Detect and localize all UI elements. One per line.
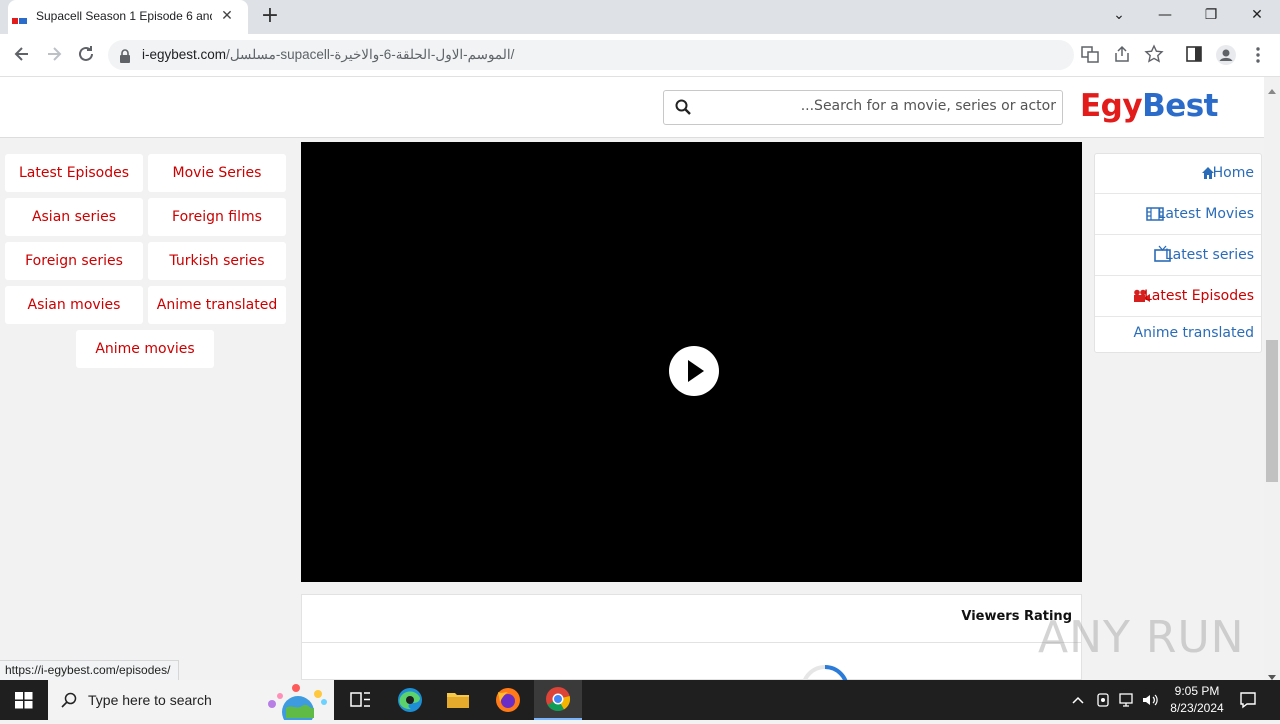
viewers-rating-panel <box>301 594 1082 680</box>
logo-best: Best <box>1142 88 1219 124</box>
taskbar-search-icon <box>61 692 77 708</box>
anyrun-watermark: ANY RUN <box>1038 612 1245 663</box>
scrollbar-thumb[interactable] <box>1266 340 1278 482</box>
category-asian-movies[interactable]: Asian movies <box>5 286 143 324</box>
category-anime-translated[interactable]: Anime translated <box>148 286 286 324</box>
nav-separator <box>1095 316 1261 317</box>
url-path: /مسلسل-supacell-الموسم-الاول-الحلقة-6-وا… <box>226 47 515 62</box>
category-movie-series[interactable]: Movie Series <box>148 154 286 192</box>
tray-chevron-icon[interactable] <box>1070 690 1086 710</box>
site-logo[interactable]: EgyBest <box>1080 88 1219 124</box>
nav-separator <box>1095 234 1261 235</box>
notifications-icon[interactable] <box>1238 690 1258 710</box>
nav-latest-episodes[interactable]: Latest Episodes <box>1144 288 1254 304</box>
firefox-icon[interactable] <box>484 680 532 720</box>
category-asian-series[interactable]: Asian series <box>5 198 143 236</box>
tab-title: Supacell Season 1 Episode 6 and <box>36 9 212 23</box>
reload-button[interactable] <box>74 42 98 66</box>
edge-browser-icon[interactable] <box>386 680 434 720</box>
bookmark-star-icon[interactable] <box>1143 44 1165 66</box>
category-turkish-series[interactable]: Turkish series <box>148 242 286 280</box>
tab-search-icon[interactable]: ⌄ <box>1096 0 1142 30</box>
loading-spinner-icon <box>798 662 852 680</box>
nav-separator <box>1095 193 1261 194</box>
back-button[interactable] <box>10 42 34 66</box>
play-button[interactable] <box>669 346 719 396</box>
taskbar-search-placeholder: Type here to search <box>88 692 212 708</box>
nav-home[interactable]: Home <box>1213 165 1254 181</box>
category-foreign-films[interactable]: Foreign films <box>148 198 286 236</box>
scroll-up-arrow-icon[interactable] <box>1267 80 1277 94</box>
forward-button[interactable] <box>42 42 66 66</box>
translate-icon[interactable] <box>1079 44 1101 66</box>
search-icon[interactable] <box>675 99 691 115</box>
chrome-taskbar-icon[interactable] <box>534 680 582 720</box>
category-anime-movies[interactable]: Anime movies <box>76 330 214 368</box>
minimize-button[interactable]: — <box>1142 0 1188 30</box>
search-highlight-globe-icon <box>262 682 332 724</box>
nav-separator <box>1095 275 1261 276</box>
scroll-down-arrow-icon[interactable] <box>1267 667 1277 680</box>
clock-date: 8/23/2024 <box>1170 701 1224 715</box>
new-tab-button[interactable]: + <box>258 5 282 29</box>
menu-kebab-icon[interactable] <box>1247 44 1269 66</box>
clock-time: 9:05 PM <box>1174 684 1220 698</box>
taskbar-clock[interactable]: 9:05 PM 8/23/2024 <box>1160 683 1234 717</box>
url-host: i-egybest.com <box>142 47 227 62</box>
close-tab-icon[interactable]: ✕ <box>218 7 236 25</box>
nav-anime-translated[interactable]: Anime translated <box>1134 325 1255 341</box>
close-window-button[interactable]: ✕ <box>1234 0 1280 30</box>
tray-device-icon[interactable] <box>1094 690 1112 710</box>
share-icon[interactable] <box>1111 44 1133 66</box>
network-icon[interactable] <box>1117 690 1137 710</box>
rating-divider <box>301 642 1082 643</box>
site-favicon <box>12 11 28 24</box>
category-foreign-series[interactable]: Foreign series <box>5 242 143 280</box>
restore-button[interactable]: ❐ <box>1188 0 1234 30</box>
lock-icon[interactable] <box>119 48 131 63</box>
task-view-icon[interactable] <box>336 680 384 720</box>
status-bar-url: https://i-egybest.com/episodes/ <box>0 660 180 682</box>
search-placeholder: ...Search for a movie, series or actor <box>800 98 1056 114</box>
profile-avatar-icon[interactable] <box>1215 44 1237 66</box>
windows-start-icon[interactable] <box>0 680 48 720</box>
nav-latest-series[interactable]: Latest series <box>1165 247 1254 263</box>
url-text: i-egybest.com/مسلسل-supacell-الموسم-الاو… <box>142 47 514 63</box>
logo-egy: Egy <box>1080 88 1143 124</box>
file-explorer-icon[interactable] <box>434 680 482 720</box>
nav-latest-movies[interactable]: Latest Movies <box>1158 206 1254 222</box>
side-panel-icon[interactable] <box>1183 44 1205 66</box>
category-latest-episodes[interactable]: Latest Episodes <box>5 154 143 192</box>
site-header <box>0 77 1264 138</box>
volume-icon[interactable] <box>1140 690 1160 710</box>
